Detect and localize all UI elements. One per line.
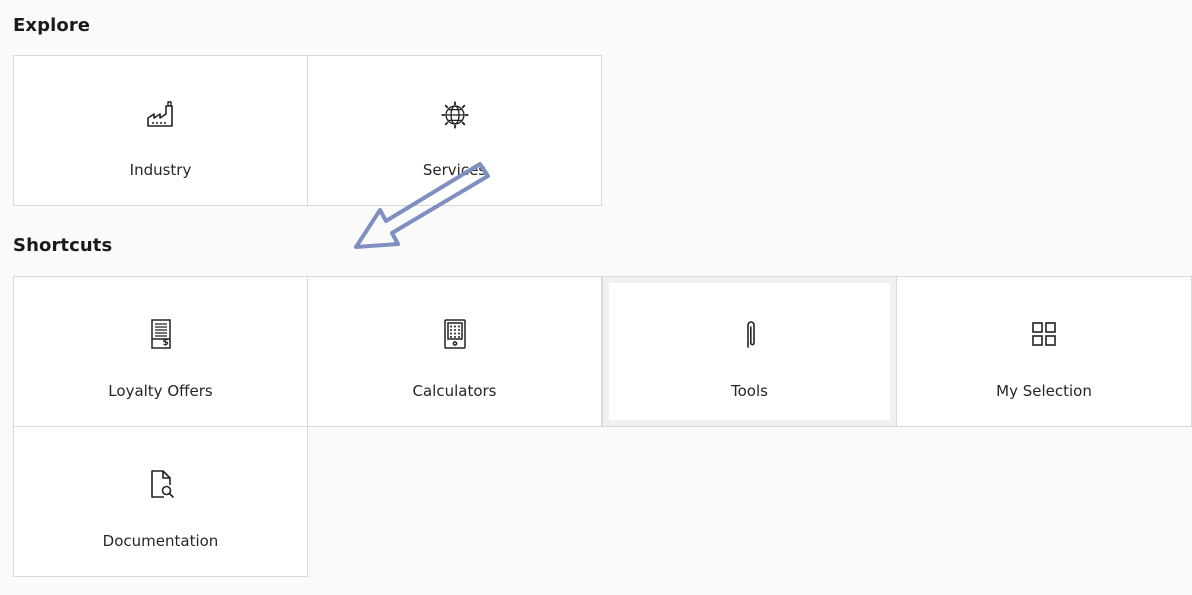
grid-icon [1027,317,1061,351]
tile-documentation[interactable]: Documentation [13,426,308,577]
tile-label: My Selection [996,382,1092,400]
factory-icon [144,98,178,132]
tile-label: Industry [129,161,192,179]
tile-loyalty-offers[interactable]: $ Loyalty Offers [13,276,308,427]
tile-tools[interactable]: Tools [602,276,897,427]
tile-my-selection[interactable]: My Selection [896,276,1192,427]
tile-label: Calculators [412,382,497,400]
shortcuts-heading: Shortcuts [13,235,113,256]
tile-services[interactable]: Services [307,55,602,206]
paperclip-icon [733,317,767,351]
document-search-icon [144,467,178,501]
dollar-sign: $ [162,338,169,348]
tile-label: Loyalty Offers [108,382,213,400]
calculator-icon [438,317,472,351]
explore-heading: Explore [13,15,91,36]
tile-calculators[interactable]: Calculators [307,276,602,427]
tile-industry[interactable]: Industry [13,55,308,206]
tile-label: Documentation [102,532,219,550]
price-list-icon: $ [144,317,178,351]
tile-label: Tools [731,382,768,400]
tile-label: Services [422,161,487,179]
globe-gear-icon [438,98,472,132]
page: Explore Industry Services Shortcuts $ Lo… [0,0,1192,595]
